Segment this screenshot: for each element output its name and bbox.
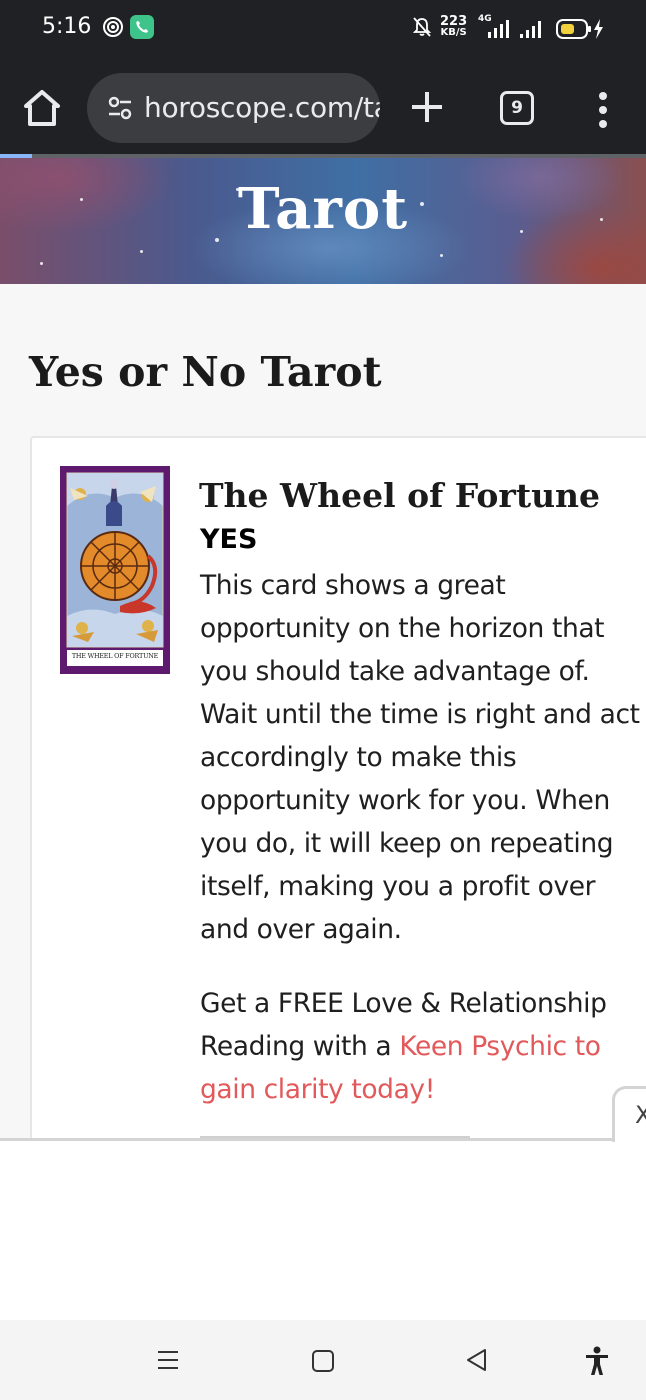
home-button[interactable]: [20, 88, 64, 128]
card-name: The Wheel of Fortune: [199, 476, 601, 515]
signal-icon-2: [518, 18, 548, 45]
promo-text: Get a FREE Love & Relationship Reading w…: [200, 982, 640, 1111]
new-tab-button[interactable]: [408, 88, 446, 126]
accessibility-icon: [586, 1346, 608, 1375]
card-answer: YES: [200, 524, 258, 555]
square-home-icon: [312, 1350, 334, 1372]
tarot-result-card: THE WHEEL OF FORTUNE The Wheel of Fortun…: [30, 436, 646, 1156]
more-vert-icon: [599, 92, 607, 128]
status-time: 5:16: [42, 14, 92, 39]
more-menu-button[interactable]: [592, 90, 614, 130]
system-home-button[interactable]: [311, 1349, 335, 1378]
main-content: Yes or No Tarot THE WHEEL OF FORTUNE The…: [0, 284, 646, 1156]
banner-star: [140, 250, 143, 253]
tab-switcher-button[interactable]: 9: [500, 91, 534, 125]
card-description: This card shows a great opportunity on t…: [200, 570, 640, 945]
banner-star: [40, 262, 43, 265]
net-speed-value: 223: [440, 14, 468, 29]
net-speed: 223 KB/S: [440, 14, 468, 38]
page-title: Yes or No Tarot: [29, 348, 382, 396]
ad-close-button[interactable]: X: [612, 1086, 646, 1142]
accessibility-button[interactable]: [584, 1346, 610, 1381]
url-text[interactable]: horoscope.com/tarot: [144, 91, 380, 124]
recents-button[interactable]: [156, 1348, 180, 1377]
bell-muted-icon: [412, 16, 432, 43]
battery-charging-icon: [556, 17, 608, 46]
address-bar[interactable]: horoscope.com/tarot: [87, 73, 380, 143]
recents-icon: [158, 1351, 178, 1369]
banner-star: [440, 254, 443, 257]
phone-call-icon: [130, 15, 154, 44]
browser-toolbar: horoscope.com/tarot 9: [0, 60, 646, 156]
back-triangle-icon: [467, 1349, 486, 1371]
status-bar: 5:16 223 KB/S 4G: [0, 0, 646, 60]
tune-icon[interactable]: [107, 95, 133, 126]
signal-icon: [480, 18, 514, 45]
net-speed-unit: KB/S: [440, 27, 467, 38]
ad-banner: [0, 1138, 646, 1320]
home-icon: [24, 90, 60, 126]
plus-icon: [412, 92, 442, 122]
hotspot-icon: [102, 16, 124, 43]
tarot-card-image: THE WHEEL OF FORTUNE: [60, 466, 170, 674]
tarot-card-caption: THE WHEEL OF FORTUNE: [71, 652, 159, 660]
banner-title: Tarot: [237, 176, 409, 242]
system-back-button[interactable]: [465, 1348, 489, 1377]
tarot-banner: Tarot: [0, 158, 646, 284]
system-nav-bar: [0, 1320, 646, 1400]
